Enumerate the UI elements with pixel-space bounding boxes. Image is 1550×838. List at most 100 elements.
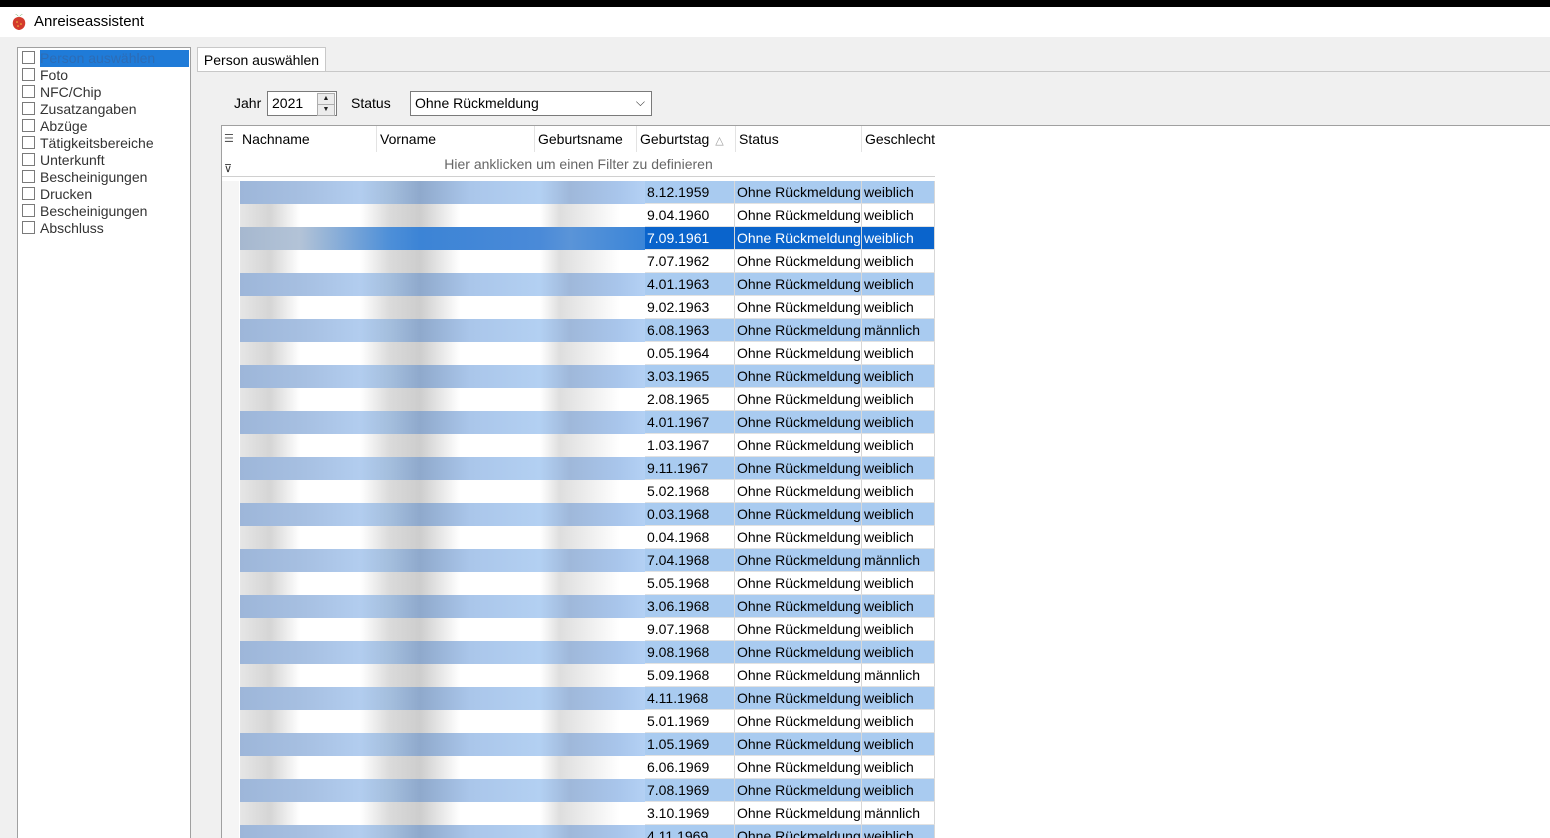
cell-geschlecht[interactable]: weiblich xyxy=(862,457,935,480)
redacted-name-cells[interactable] xyxy=(240,526,645,549)
step-checkbox[interactable] xyxy=(22,85,35,98)
cell-status[interactable]: Ohne Rückmeldung xyxy=(735,342,862,365)
redacted-name-cells[interactable] xyxy=(240,365,645,388)
cell-geschlecht[interactable]: männlich xyxy=(862,664,935,687)
column-header-geschlecht[interactable]: Geschlecht xyxy=(861,126,937,152)
table-row[interactable]: 3.10.1969 Ohne Rückmeldung männlich xyxy=(222,802,935,825)
row-selector[interactable] xyxy=(222,687,239,710)
cell-geburtstag[interactable]: 7.08.1969 xyxy=(645,779,735,802)
table-row[interactable]: 9.08.1968 Ohne Rückmeldung weiblich xyxy=(222,641,935,664)
cell-geburtstag[interactable]: 3.06.1968 xyxy=(645,595,735,618)
step-checkbox[interactable] xyxy=(22,153,35,166)
cell-geschlecht[interactable]: weiblich xyxy=(862,273,935,296)
table-row[interactable]: 7.09.1961 Ohne Rückmeldung weiblich xyxy=(222,227,935,250)
cell-geschlecht[interactable]: weiblich xyxy=(862,434,935,457)
step-bescheinigungen[interactable]: Bescheinigungen xyxy=(21,169,189,186)
filter-row[interactable]: ⊽ Hier anklicken um einen Filter zu defi… xyxy=(222,152,935,177)
redacted-name-cells[interactable] xyxy=(240,296,645,319)
redacted-name-cells[interactable] xyxy=(240,434,645,457)
redacted-name-cells[interactable] xyxy=(240,618,645,641)
cell-status[interactable]: Ohne Rückmeldung xyxy=(735,825,862,838)
cell-geschlecht[interactable]: weiblich xyxy=(862,756,935,779)
cell-geburtstag[interactable]: 6.06.1969 xyxy=(645,756,735,779)
cell-geschlecht[interactable]: weiblich xyxy=(862,411,935,434)
redacted-name-cells[interactable] xyxy=(240,388,645,411)
cell-geburtstag[interactable]: 5.02.1968 xyxy=(645,480,735,503)
row-selector[interactable] xyxy=(222,802,239,825)
step-abschluss[interactable]: Abschluss xyxy=(21,220,189,237)
table-row[interactable]: 4.01.1963 Ohne Rückmeldung weiblich xyxy=(222,273,935,296)
cell-geschlecht[interactable]: weiblich xyxy=(862,181,935,204)
step-checkbox[interactable] xyxy=(22,51,35,64)
spin-down-icon[interactable]: ▼ xyxy=(317,104,335,116)
cell-geschlecht[interactable]: männlich xyxy=(862,549,935,572)
table-row[interactable]: 1.03.1967 Ohne Rückmeldung weiblich xyxy=(222,434,935,457)
cell-geburtstag[interactable]: 1.05.1969 xyxy=(645,733,735,756)
cell-geburtstag[interactable]: 7.09.1961 xyxy=(645,227,735,250)
cell-geschlecht[interactable]: weiblich xyxy=(862,825,935,838)
table-row[interactable]: 6.06.1969 Ohne Rückmeldung weiblich xyxy=(222,756,935,779)
column-chooser-icon[interactable]: ☰ xyxy=(224,132,234,145)
redacted-name-cells[interactable] xyxy=(240,181,645,204)
column-header-nachname[interactable]: Nachname xyxy=(239,126,376,152)
cell-geschlecht[interactable]: weiblich xyxy=(862,572,935,595)
row-selector[interactable] xyxy=(222,733,239,756)
column-header-vorname[interactable]: Vorname xyxy=(376,126,534,152)
cell-geburtstag[interactable]: 9.04.1960 xyxy=(645,204,735,227)
redacted-name-cells[interactable] xyxy=(240,250,645,273)
row-selector[interactable] xyxy=(222,618,239,641)
row-selector[interactable] xyxy=(222,664,239,687)
cell-status[interactable]: Ohne Rückmeldung xyxy=(735,434,862,457)
step-abzuege[interactable]: Abzüge xyxy=(21,118,189,135)
row-selector[interactable] xyxy=(222,319,239,342)
table-row[interactable]: 4.01.1967 Ohne Rückmeldung weiblich xyxy=(222,411,935,434)
cell-status[interactable]: Ohne Rückmeldung xyxy=(735,802,862,825)
table-row[interactable]: 5.02.1968 Ohne Rückmeldung weiblich xyxy=(222,480,935,503)
cell-status[interactable]: Ohne Rückmeldung xyxy=(735,733,862,756)
cell-geburtstag[interactable]: 4.11.1969 xyxy=(645,825,735,838)
step-unterkunft[interactable]: Unterkunft xyxy=(21,152,189,169)
redacted-name-cells[interactable] xyxy=(240,204,645,227)
cell-geschlecht[interactable]: weiblich xyxy=(862,503,935,526)
cell-status[interactable]: Ohne Rückmeldung xyxy=(735,503,862,526)
cell-status[interactable]: Ohne Rückmeldung xyxy=(735,664,862,687)
step-person-auswaehlen[interactable]: Person auswählen xyxy=(21,50,189,67)
cell-status[interactable]: Ohne Rückmeldung xyxy=(735,779,862,802)
year-spinbox[interactable]: 2021 ▲ ▼ xyxy=(267,91,337,116)
cell-status[interactable]: Ohne Rückmeldung xyxy=(735,641,862,664)
step-drucken[interactable]: Drucken xyxy=(21,186,189,203)
redacted-name-cells[interactable] xyxy=(240,825,645,838)
cell-geschlecht[interactable]: weiblich xyxy=(862,710,935,733)
step-bescheinigungen-2[interactable]: Bescheinigungen xyxy=(21,203,189,220)
table-row[interactable]: 9.07.1968 Ohne Rückmeldung weiblich xyxy=(222,618,935,641)
cell-geburtstag[interactable]: 9.02.1963 xyxy=(645,296,735,319)
redacted-name-cells[interactable] xyxy=(240,756,645,779)
cell-geschlecht[interactable]: weiblich xyxy=(862,687,935,710)
cell-geburtstag[interactable]: 8.12.1959 xyxy=(645,181,735,204)
row-selector[interactable] xyxy=(222,457,239,480)
step-checkbox[interactable] xyxy=(22,221,35,234)
redacted-name-cells[interactable] xyxy=(240,457,645,480)
row-selector[interactable] xyxy=(222,365,239,388)
row-selector[interactable] xyxy=(222,388,239,411)
cell-status[interactable]: Ohne Rückmeldung xyxy=(735,480,862,503)
cell-status[interactable]: Ohne Rückmeldung xyxy=(735,411,862,434)
redacted-name-cells[interactable] xyxy=(240,572,645,595)
redacted-name-cells[interactable] xyxy=(240,710,645,733)
table-row[interactable]: 0.05.1964 Ohne Rückmeldung weiblich xyxy=(222,342,935,365)
cell-geburtstag[interactable]: 3.10.1969 xyxy=(645,802,735,825)
step-checkbox[interactable] xyxy=(22,187,35,200)
step-nfc-chip[interactable]: NFC/Chip xyxy=(21,84,189,101)
row-selector[interactable] xyxy=(222,434,239,457)
row-selector[interactable] xyxy=(222,825,239,838)
cell-geburtstag[interactable]: 0.05.1964 xyxy=(645,342,735,365)
table-row[interactable]: 5.01.1969 Ohne Rückmeldung weiblich xyxy=(222,710,935,733)
cell-geburtstag[interactable]: 6.08.1963 xyxy=(645,319,735,342)
cell-geburtstag[interactable]: 7.07.1962 xyxy=(645,250,735,273)
redacted-name-cells[interactable] xyxy=(240,342,645,365)
status-select[interactable]: Ohne Rückmeldung ⌵ xyxy=(410,91,652,116)
cell-geschlecht[interactable]: weiblich xyxy=(862,227,935,250)
row-selector[interactable] xyxy=(222,779,239,802)
cell-status[interactable]: Ohne Rückmeldung xyxy=(735,526,862,549)
row-selector[interactable] xyxy=(222,526,239,549)
